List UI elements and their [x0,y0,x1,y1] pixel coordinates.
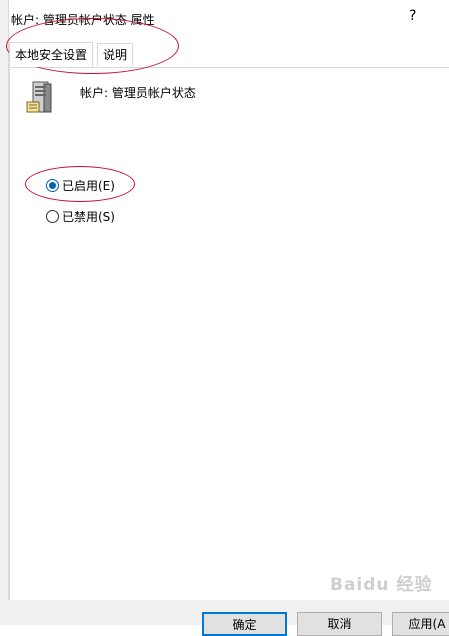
policy-name: 帐户: 管理员帐户状态 [80,86,196,100]
enabled-radio[interactable]: 已启用(E) [46,177,115,194]
tab-strip: 本地安全设置 说明 [8,42,449,67]
cancel-button[interactable]: 取消 [297,612,382,636]
help-button[interactable]: ? [409,8,416,24]
ok-button[interactable]: 确定 [202,612,287,636]
background-window-edge [0,0,9,625]
disabled-label: 已禁用(S) [62,210,115,224]
baidu-watermark: Baidu 经验 [330,575,433,595]
radio-unchecked-icon [46,210,59,223]
tab-explain[interactable]: 说明 [97,43,134,66]
window-title: 帐户: 管理员帐户状态 属性 [11,13,155,27]
radio-checked-icon [46,179,59,192]
server-icon [26,81,52,113]
apply-button[interactable]: 应用(A [392,612,449,636]
tab-local-security-setting[interactable]: 本地安全设置 [9,42,94,67]
tab-panel: 帐户: 管理员帐户状态 已启用(E) 已禁用(S) [9,67,449,601]
disabled-radio[interactable]: 已禁用(S) [46,208,115,225]
enabled-label: 已启用(E) [62,179,115,193]
